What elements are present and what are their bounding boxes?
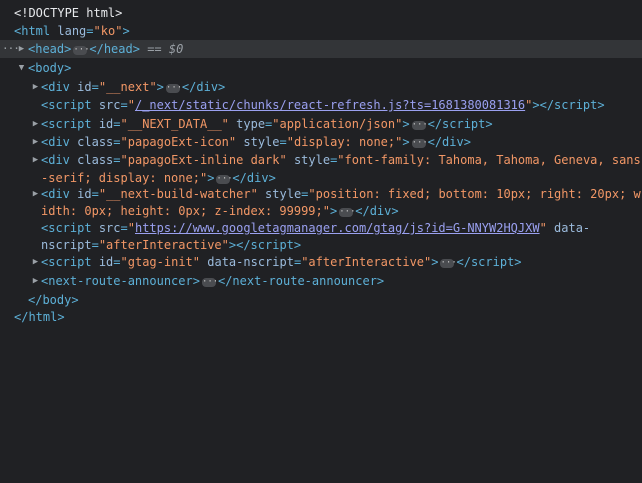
body-close-tag: /body: [35, 293, 72, 307]
papago-icon-val1: papagoExt-icon: [127, 135, 229, 149]
selected-node-marker: == $0: [147, 42, 184, 56]
build-watcher-val1: __next-build-watcher: [106, 187, 251, 201]
papago-inline-val2a: font-family: Tahoma, Tahoma, Geneva, san…: [344, 153, 641, 167]
triangle-right-icon[interactable]: ▶: [31, 185, 40, 203]
ellipsis-badge-icon[interactable]: ···: [411, 121, 428, 130]
ellipsis-badge-icon[interactable]: ···: [73, 46, 90, 55]
triangle-right-icon[interactable]: ▶: [31, 133, 40, 151]
route-announcer-close: /next-route-announcer: [225, 274, 377, 288]
triangle-right-icon[interactable]: ▶: [31, 78, 40, 96]
papago-icon-tag: div: [48, 135, 70, 149]
build-watcher-val2a: position: fixed; bottom: 10px; right: 20…: [315, 187, 641, 201]
gtag-init-attr2: data-nscript: [207, 255, 294, 269]
gtag-init-attr1: id: [98, 255, 114, 269]
next-div-value: __next: [106, 80, 150, 94]
next-data-close: /script: [434, 117, 486, 131]
gtm-script-link[interactable]: https://www.googletagmanager.com/gtag/js…: [135, 221, 540, 235]
papago-icon-attr2: style: [243, 135, 280, 149]
html-lang-attr: lang: [57, 24, 87, 38]
refresh-script-attr: src: [98, 98, 121, 112]
html-tag: html: [21, 24, 51, 38]
refresh-script-close: /script: [546, 98, 598, 112]
papago-icon-attr1: class: [77, 135, 114, 149]
build-watcher-attr1: id: [77, 187, 92, 201]
ellipsis-badge-icon[interactable]: ···: [165, 84, 182, 93]
head-close-tag: /head: [96, 42, 133, 56]
html-lang-value: ko: [100, 24, 116, 38]
body-tag: body: [35, 61, 65, 75]
triangle-right-icon[interactable]: ▶: [31, 115, 40, 133]
triangle-right-icon[interactable]: ▶: [17, 40, 26, 58]
next-data-val2: application/json: [279, 117, 396, 131]
papago-inline-attr2: style: [293, 153, 331, 167]
papago-inline-val1: papagoExt-inline dark: [127, 153, 280, 167]
refresh-script-tag: script: [48, 98, 92, 112]
triangle-right-icon[interactable]: ▶: [31, 151, 40, 169]
elements-panel: <!DOCTYPE html> <html lang="ko"> ··· ▶ <…: [0, 0, 642, 483]
head-node-row[interactable]: ··· ▶ <head> ···</head> == $0: [0, 40, 642, 58]
gtm-script-wrap: nscript="afterInteractive"></script>: [41, 238, 302, 252]
ellipsis-badge-icon[interactable]: ···: [440, 259, 457, 268]
route-announcer-tag: next-route-announcer: [48, 274, 193, 288]
head-open-tag: head: [35, 42, 65, 56]
ellipsis-badge-icon[interactable]: ···: [201, 278, 218, 287]
body-close-node[interactable]: </body>: [28, 291, 79, 309]
gtm-script-node[interactable]: <script src="https://www.googletagmanage…: [41, 219, 590, 237]
gtm-script-attr2a: data-: [554, 221, 591, 235]
gtag-init-close: /script: [463, 255, 515, 269]
html-close-tag: /html: [21, 310, 58, 324]
papago-inline-attr1: class: [77, 153, 114, 167]
build-watcher-tag: div: [48, 187, 70, 201]
gtm-script-tag: script: [48, 221, 92, 235]
papago-icon-close: /div: [434, 135, 464, 149]
papago-inline-close: /div: [239, 171, 269, 185]
refresh-script-node[interactable]: <script src="/_next/static/chunks/react-…: [41, 96, 605, 114]
ellipsis-badge-icon[interactable]: ···: [339, 208, 356, 217]
next-div-attr: id: [77, 80, 92, 94]
papago-inline-val2b: -serif; display: none;: [41, 171, 200, 185]
html-node[interactable]: <html lang="ko">: [14, 22, 130, 40]
papago-inline-tag: div: [48, 153, 70, 167]
gtag-init-tag: script: [48, 255, 92, 269]
next-data-attr1: id: [98, 117, 114, 131]
html-close-node[interactable]: </html>: [14, 308, 65, 326]
triangle-right-icon[interactable]: ▶: [31, 253, 40, 271]
triangle-right-icon[interactable]: ▶: [31, 272, 40, 290]
build-watcher-close: /div: [362, 204, 392, 218]
gtag-init-val1: gtag-init: [127, 255, 193, 269]
next-data-tag: script: [48, 117, 92, 131]
next-div-tag: div: [48, 80, 70, 94]
build-watcher-wrap: idth: 0px; height: 0px; z-index: 99999;"…: [41, 204, 399, 218]
build-watcher-val2b: idth: 0px; height: 0px; z-index: 99999;: [41, 204, 323, 218]
gtm-script-val2: afterInteractive: [106, 238, 222, 252]
build-watcher-attr2: style: [265, 187, 302, 201]
refresh-script-link[interactable]: /_next/static/chunks/react-refresh.js?ts…: [135, 98, 525, 112]
triangle-down-icon[interactable]: ▼: [17, 59, 26, 77]
next-data-val1: __NEXT_DATA__: [127, 117, 222, 131]
papago-icon-val2: display: none;: [293, 135, 396, 149]
doctype-node[interactable]: <!DOCTYPE html>: [14, 4, 122, 22]
gtm-script-attr1: src: [98, 221, 121, 235]
ellipsis-badge-icon[interactable]: ···: [411, 139, 428, 148]
next-data-attr2: type: [236, 117, 266, 131]
gtm-script-close: /script: [243, 238, 294, 252]
gtm-script-attr2b: nscript: [41, 238, 92, 252]
next-div-close: /div: [189, 80, 219, 94]
gtag-init-val2: afterInteractive: [308, 255, 425, 269]
ellipsis-badge-icon[interactable]: ···: [216, 175, 233, 184]
doctype-text: <!DOCTYPE html>: [14, 6, 123, 20]
